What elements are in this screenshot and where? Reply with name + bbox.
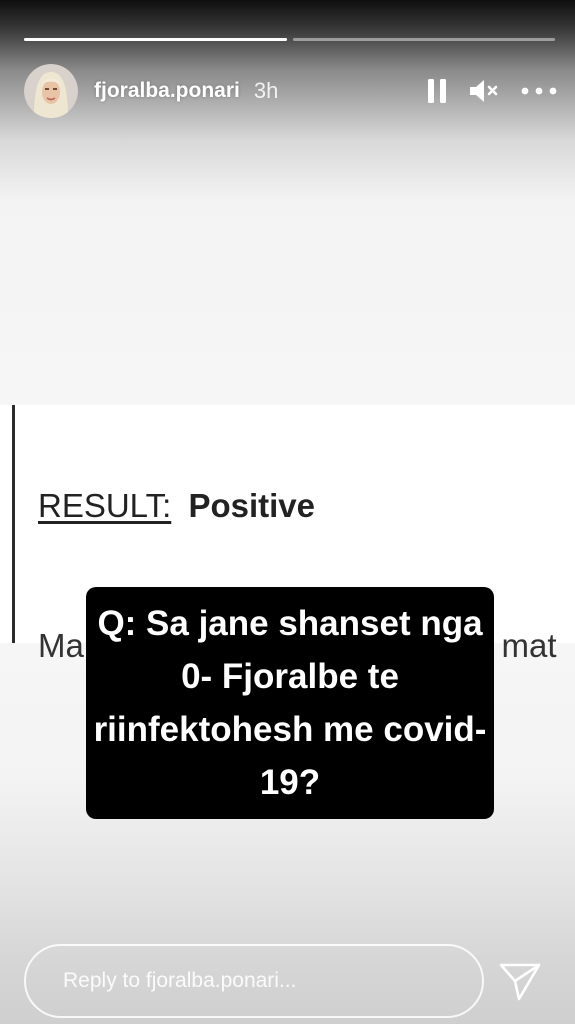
pause-icon[interactable] [427, 78, 447, 104]
avatar[interactable] [24, 64, 78, 118]
story-time: 3h [253, 78, 279, 103]
speaker-muted-icon[interactable] [469, 78, 499, 104]
story-viewer[interactable]: fjoralba.ponari 3h RESULT: Positive Ma l… [0, 0, 575, 1024]
question-sticker: Q: Sa jane shanset nga 0- Fjoralbe te ri… [86, 587, 494, 819]
more-horizontal-icon[interactable] [521, 87, 557, 95]
result-label: RESULT: [38, 487, 172, 524]
reply-field[interactable] [24, 944, 484, 1018]
story-progress [24, 38, 555, 41]
document-margin-line [12, 405, 15, 643]
document-cutoff-text-right: l mat [485, 627, 557, 664]
send-icon[interactable] [494, 958, 546, 1006]
progress-fill-1 [24, 38, 287, 41]
progress-segment-2 [292, 38, 555, 41]
question-text: Q: Sa jane shanset nga 0- Fjoralbe te ri… [93, 604, 487, 802]
avatar-image [24, 64, 78, 118]
test-result-line: RESULT: Positive [38, 487, 315, 525]
story-username[interactable]: fjoralba.ponari [94, 79, 240, 103]
reply-input[interactable] [61, 968, 465, 994]
story-header: fjoralba.ponari 3h [24, 63, 557, 119]
document-cutoff-text-left: Ma [38, 627, 84, 664]
result-value: Positive [188, 487, 315, 524]
progress-segment-1 [24, 38, 287, 41]
story-controls [427, 78, 557, 104]
